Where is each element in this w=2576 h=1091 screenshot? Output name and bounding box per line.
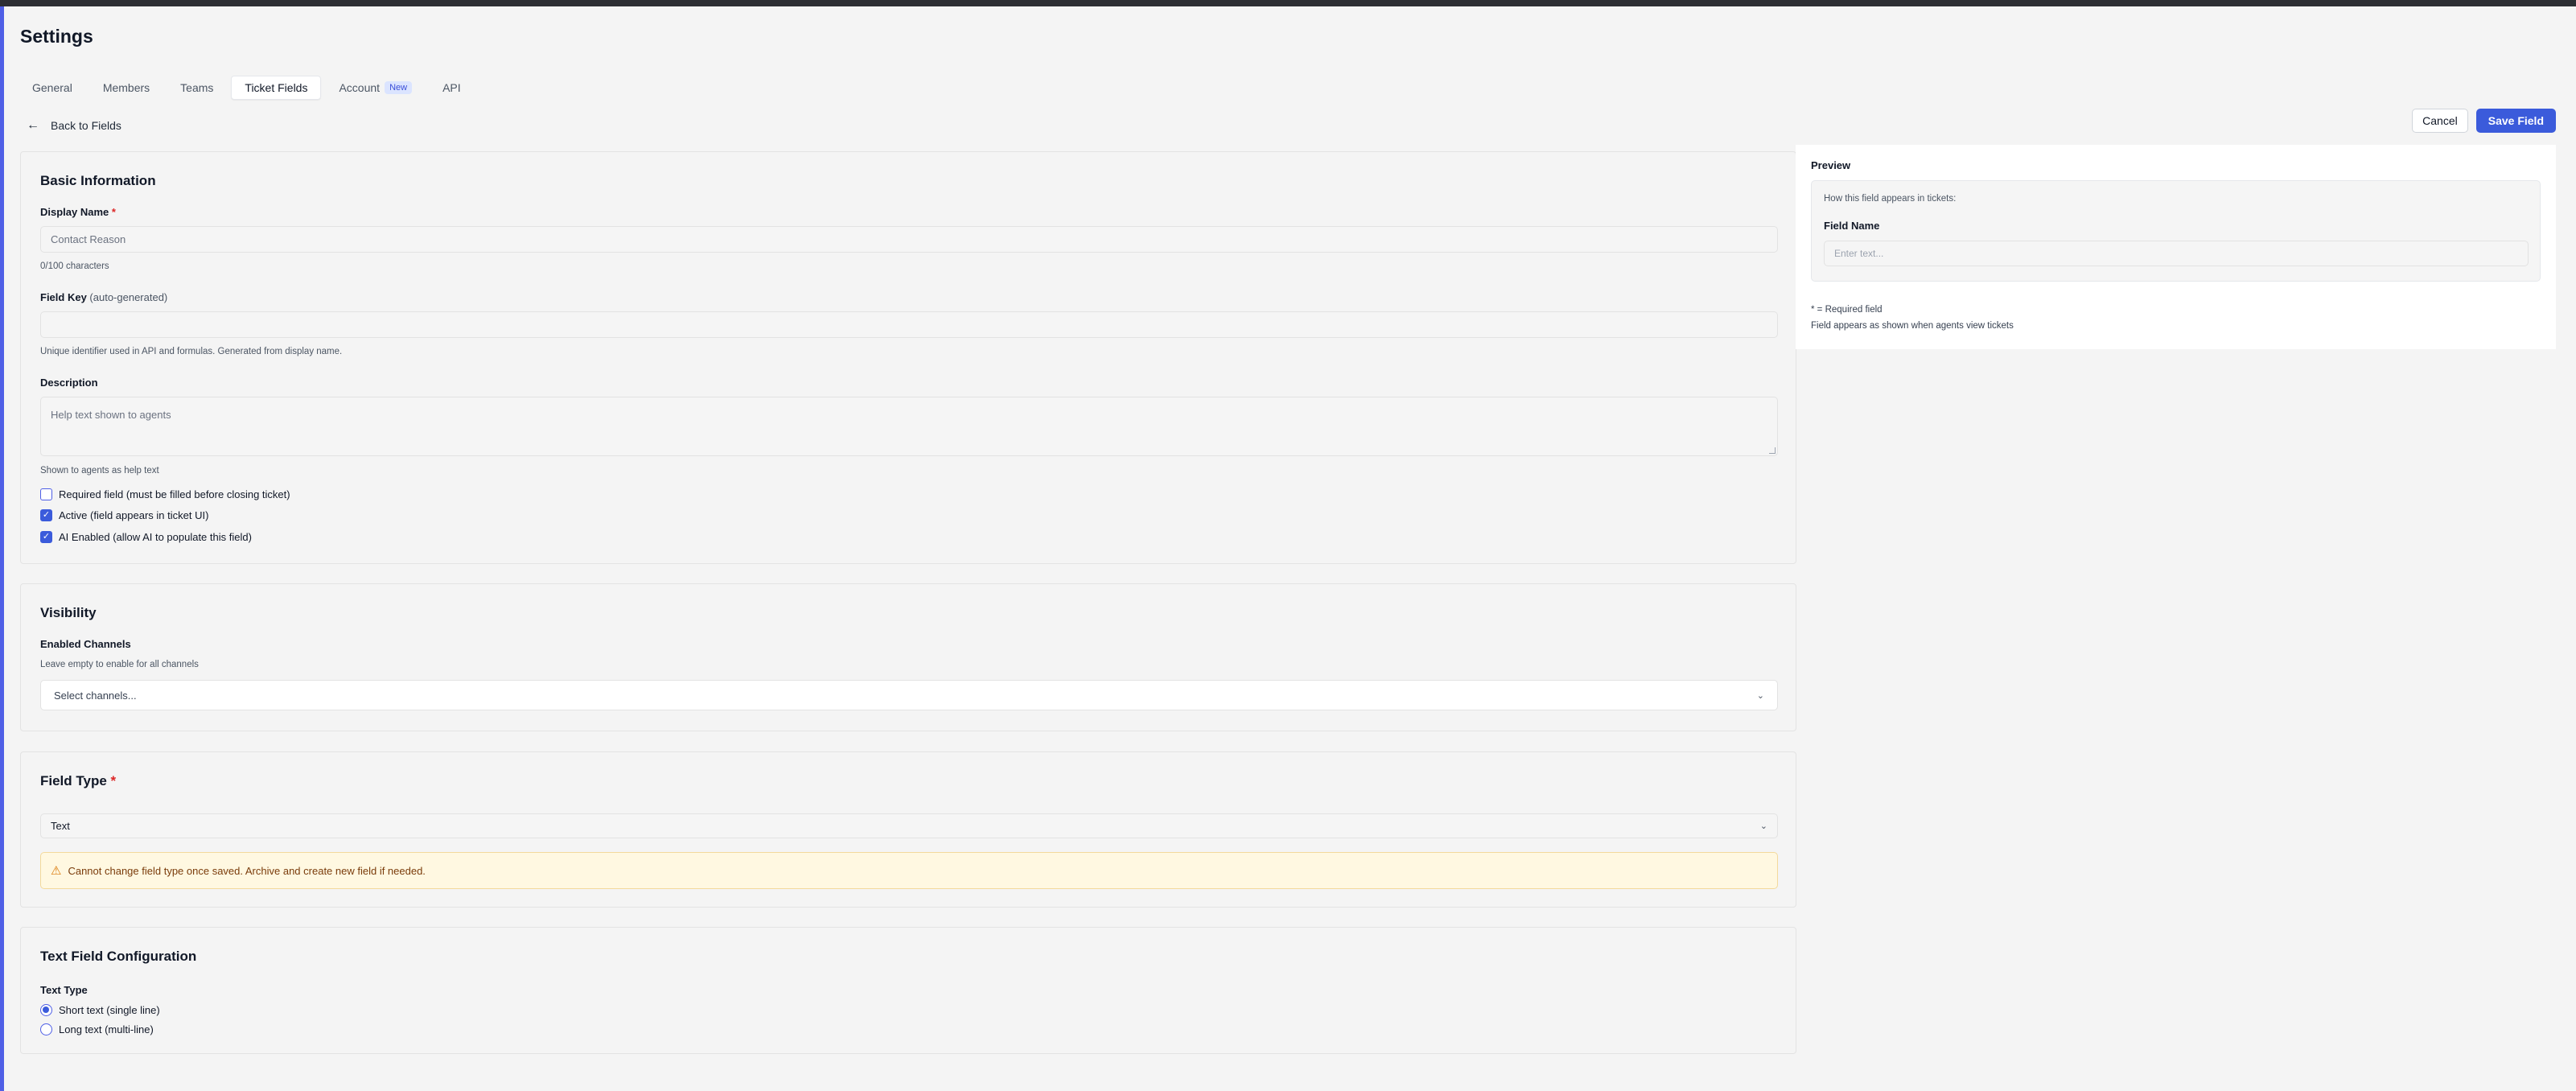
visibility-card: Visibility Enabled Channels Leave empty … [20, 583, 1796, 731]
display-name-label-text: Display Name [40, 206, 109, 218]
back-label: Back to Fields [51, 119, 121, 132]
description-hint: Shown to agents as help text [40, 466, 159, 476]
display-name-input[interactable]: Contact Reason [40, 226, 1778, 253]
visibility-title: Visibility [40, 605, 97, 620]
field-key-input[interactable] [40, 311, 1778, 338]
checkbox-label: Active (field appears in ticket UI) [59, 509, 209, 521]
preview-panel: Preview How this field appears in ticket… [1796, 145, 2556, 349]
field-type-card: Field Type * Text ⌄ ⚠ Cannot change fiel… [20, 751, 1796, 908]
text-field-configuration-card: Text Field Configuration Text Type Short… [20, 927, 1796, 1054]
tab-api[interactable]: API [430, 76, 474, 100]
ai-enabled-checkbox[interactable]: ✓ AI Enabled (allow AI to populate this … [40, 531, 252, 543]
tab-general[interactable]: General [26, 76, 85, 100]
tab-label: Teams [180, 81, 214, 94]
text-type-label: Text Type [40, 984, 88, 996]
preview-input-placeholder: Enter text... [1834, 248, 1884, 259]
field-type-warning: ⚠ Cannot change field type once saved. A… [40, 852, 1778, 889]
preview-box: How this field appears in tickets: Field… [1811, 180, 2541, 282]
tab-label: API [442, 81, 461, 94]
description-textarea[interactable]: Help text shown to agents [40, 397, 1778, 456]
channels-select[interactable]: Select channels... ⌄ [40, 680, 1778, 710]
new-badge: New [385, 81, 413, 94]
required-mark: * [111, 206, 116, 218]
radio-label: Short text (single line) [59, 1004, 160, 1016]
checkbox-checked-icon[interactable]: ✓ [40, 531, 52, 543]
tab-account[interactable]: Account New [326, 76, 425, 100]
field-type-select[interactable]: Text ⌄ [40, 813, 1778, 838]
tab-label: Account [339, 81, 381, 94]
active-field-checkbox[interactable]: ✓ Active (field appears in ticket UI) [40, 509, 208, 521]
tab-label: Ticket Fields [245, 81, 308, 94]
long-text-radio[interactable]: Long text (multi-line) [40, 1023, 154, 1035]
field-type-title-text: Field Type [40, 773, 107, 788]
tab-label: Members [102, 81, 150, 94]
field-key-label: Field Key (auto-generated) [40, 291, 167, 303]
radio-label: Long text (multi-line) [59, 1023, 154, 1035]
preview-field-name: Field Name [1824, 220, 1880, 232]
display-name-label: Display Name * [40, 206, 116, 218]
text-field-configuration-title: Text Field Configuration [40, 949, 197, 964]
window-top-bar [0, 0, 2576, 6]
tab-members[interactable]: Members [90, 76, 163, 100]
description-placeholder: Help text shown to agents [51, 409, 171, 421]
field-key-hint: Unique identifier used in API and formul… [40, 347, 343, 356]
checkbox-unchecked-icon[interactable] [40, 488, 52, 500]
field-key-label-suffix: (auto-generated) [89, 291, 168, 303]
basic-information-title: Basic Information [40, 173, 156, 188]
warning-icon: ⚠ [51, 864, 62, 878]
preview-title: Preview [1811, 159, 1851, 171]
checkbox-label: AI Enabled (allow AI to populate this fi… [59, 531, 252, 543]
display-name-placeholder: Contact Reason [51, 233, 126, 245]
cancel-button[interactable]: Cancel [2412, 109, 2468, 133]
field-key-label-text: Field Key [40, 291, 87, 303]
field-type-title: Field Type * [40, 773, 116, 789]
preview-required-note: * = Required field [1811, 305, 1883, 315]
resize-handle-icon[interactable] [1769, 447, 1776, 454]
short-text-radio[interactable]: Short text (single line) [40, 1004, 160, 1016]
arrow-left-icon: ← [27, 118, 39, 132]
required-mark: * [110, 773, 117, 788]
field-type-value: Text [51, 820, 70, 832]
settings-tabs: General Members Teams Ticket Fields Acco… [26, 76, 479, 100]
description-label: Description [40, 377, 98, 389]
back-to-fields-link[interactable]: ← Back to Fields [27, 113, 121, 138]
radio-unselected-icon[interactable] [40, 1023, 52, 1035]
preview-input: Enter text... [1824, 241, 2529, 266]
preview-subtitle: How this field appears in tickets: [1824, 194, 1957, 204]
channels-placeholder: Select channels... [54, 689, 137, 702]
chevron-down-icon: ⌄ [1759, 821, 1767, 831]
chevron-down-icon: ⌄ [1756, 690, 1764, 701]
tab-label: General [32, 81, 72, 94]
basic-information-card: Basic Information Display Name * Contact… [20, 151, 1796, 564]
checkbox-label: Required field (must be filled before cl… [59, 488, 290, 500]
left-accent-bar [0, 6, 4, 1091]
radio-selected-icon[interactable] [40, 1004, 52, 1016]
save-field-button[interactable]: Save Field [2475, 109, 2556, 133]
warning-text: Cannot change field type once saved. Arc… [68, 864, 426, 877]
tab-ticket-fields[interactable]: Ticket Fields [231, 76, 322, 100]
header-actions: Cancel Save Field [2412, 109, 2556, 133]
enabled-channels-label: Enabled Channels [40, 638, 131, 650]
tab-teams[interactable]: Teams [167, 76, 226, 100]
required-field-checkbox[interactable]: Required field (must be filled before cl… [40, 488, 290, 500]
enabled-channels-hint: Leave empty to enable for all channels [40, 660, 199, 669]
checkbox-checked-icon[interactable]: ✓ [40, 509, 52, 521]
page-title: Settings [20, 26, 93, 47]
display-name-char-count: 0/100 characters [40, 261, 109, 271]
preview-view-note: Field appears as shown when agents view … [1811, 321, 2014, 331]
